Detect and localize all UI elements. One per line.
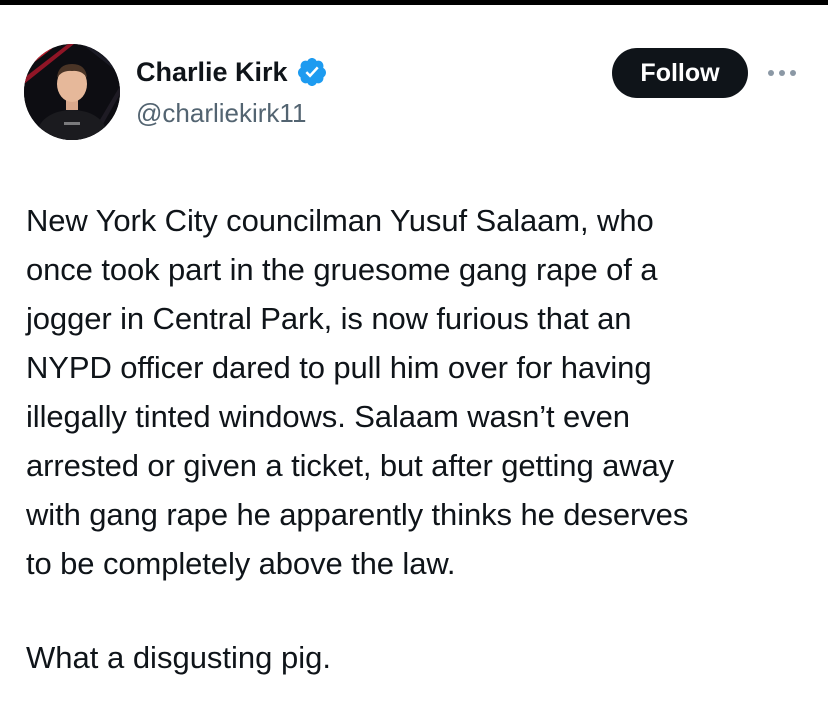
more-horizontal-icon[interactable]	[764, 62, 800, 84]
follow-button[interactable]: Follow	[612, 48, 748, 98]
verified-badge-icon	[296, 56, 328, 88]
tweet-card: Charlie Kirk @charliekirk11 Follow New Y…	[0, 0, 828, 710]
author-handle[interactable]: @charliekirk11	[136, 97, 306, 129]
tweet-text-closing: What a disgusting pig.	[26, 640, 332, 675]
author-name-row: Charlie Kirk	[136, 56, 328, 88]
tweet-text: New York City councilman Yusuf Salaam, w…	[26, 203, 689, 581]
avatar-image	[24, 44, 120, 140]
author-display-name[interactable]: Charlie Kirk	[136, 56, 288, 88]
avatar[interactable]	[24, 44, 120, 140]
